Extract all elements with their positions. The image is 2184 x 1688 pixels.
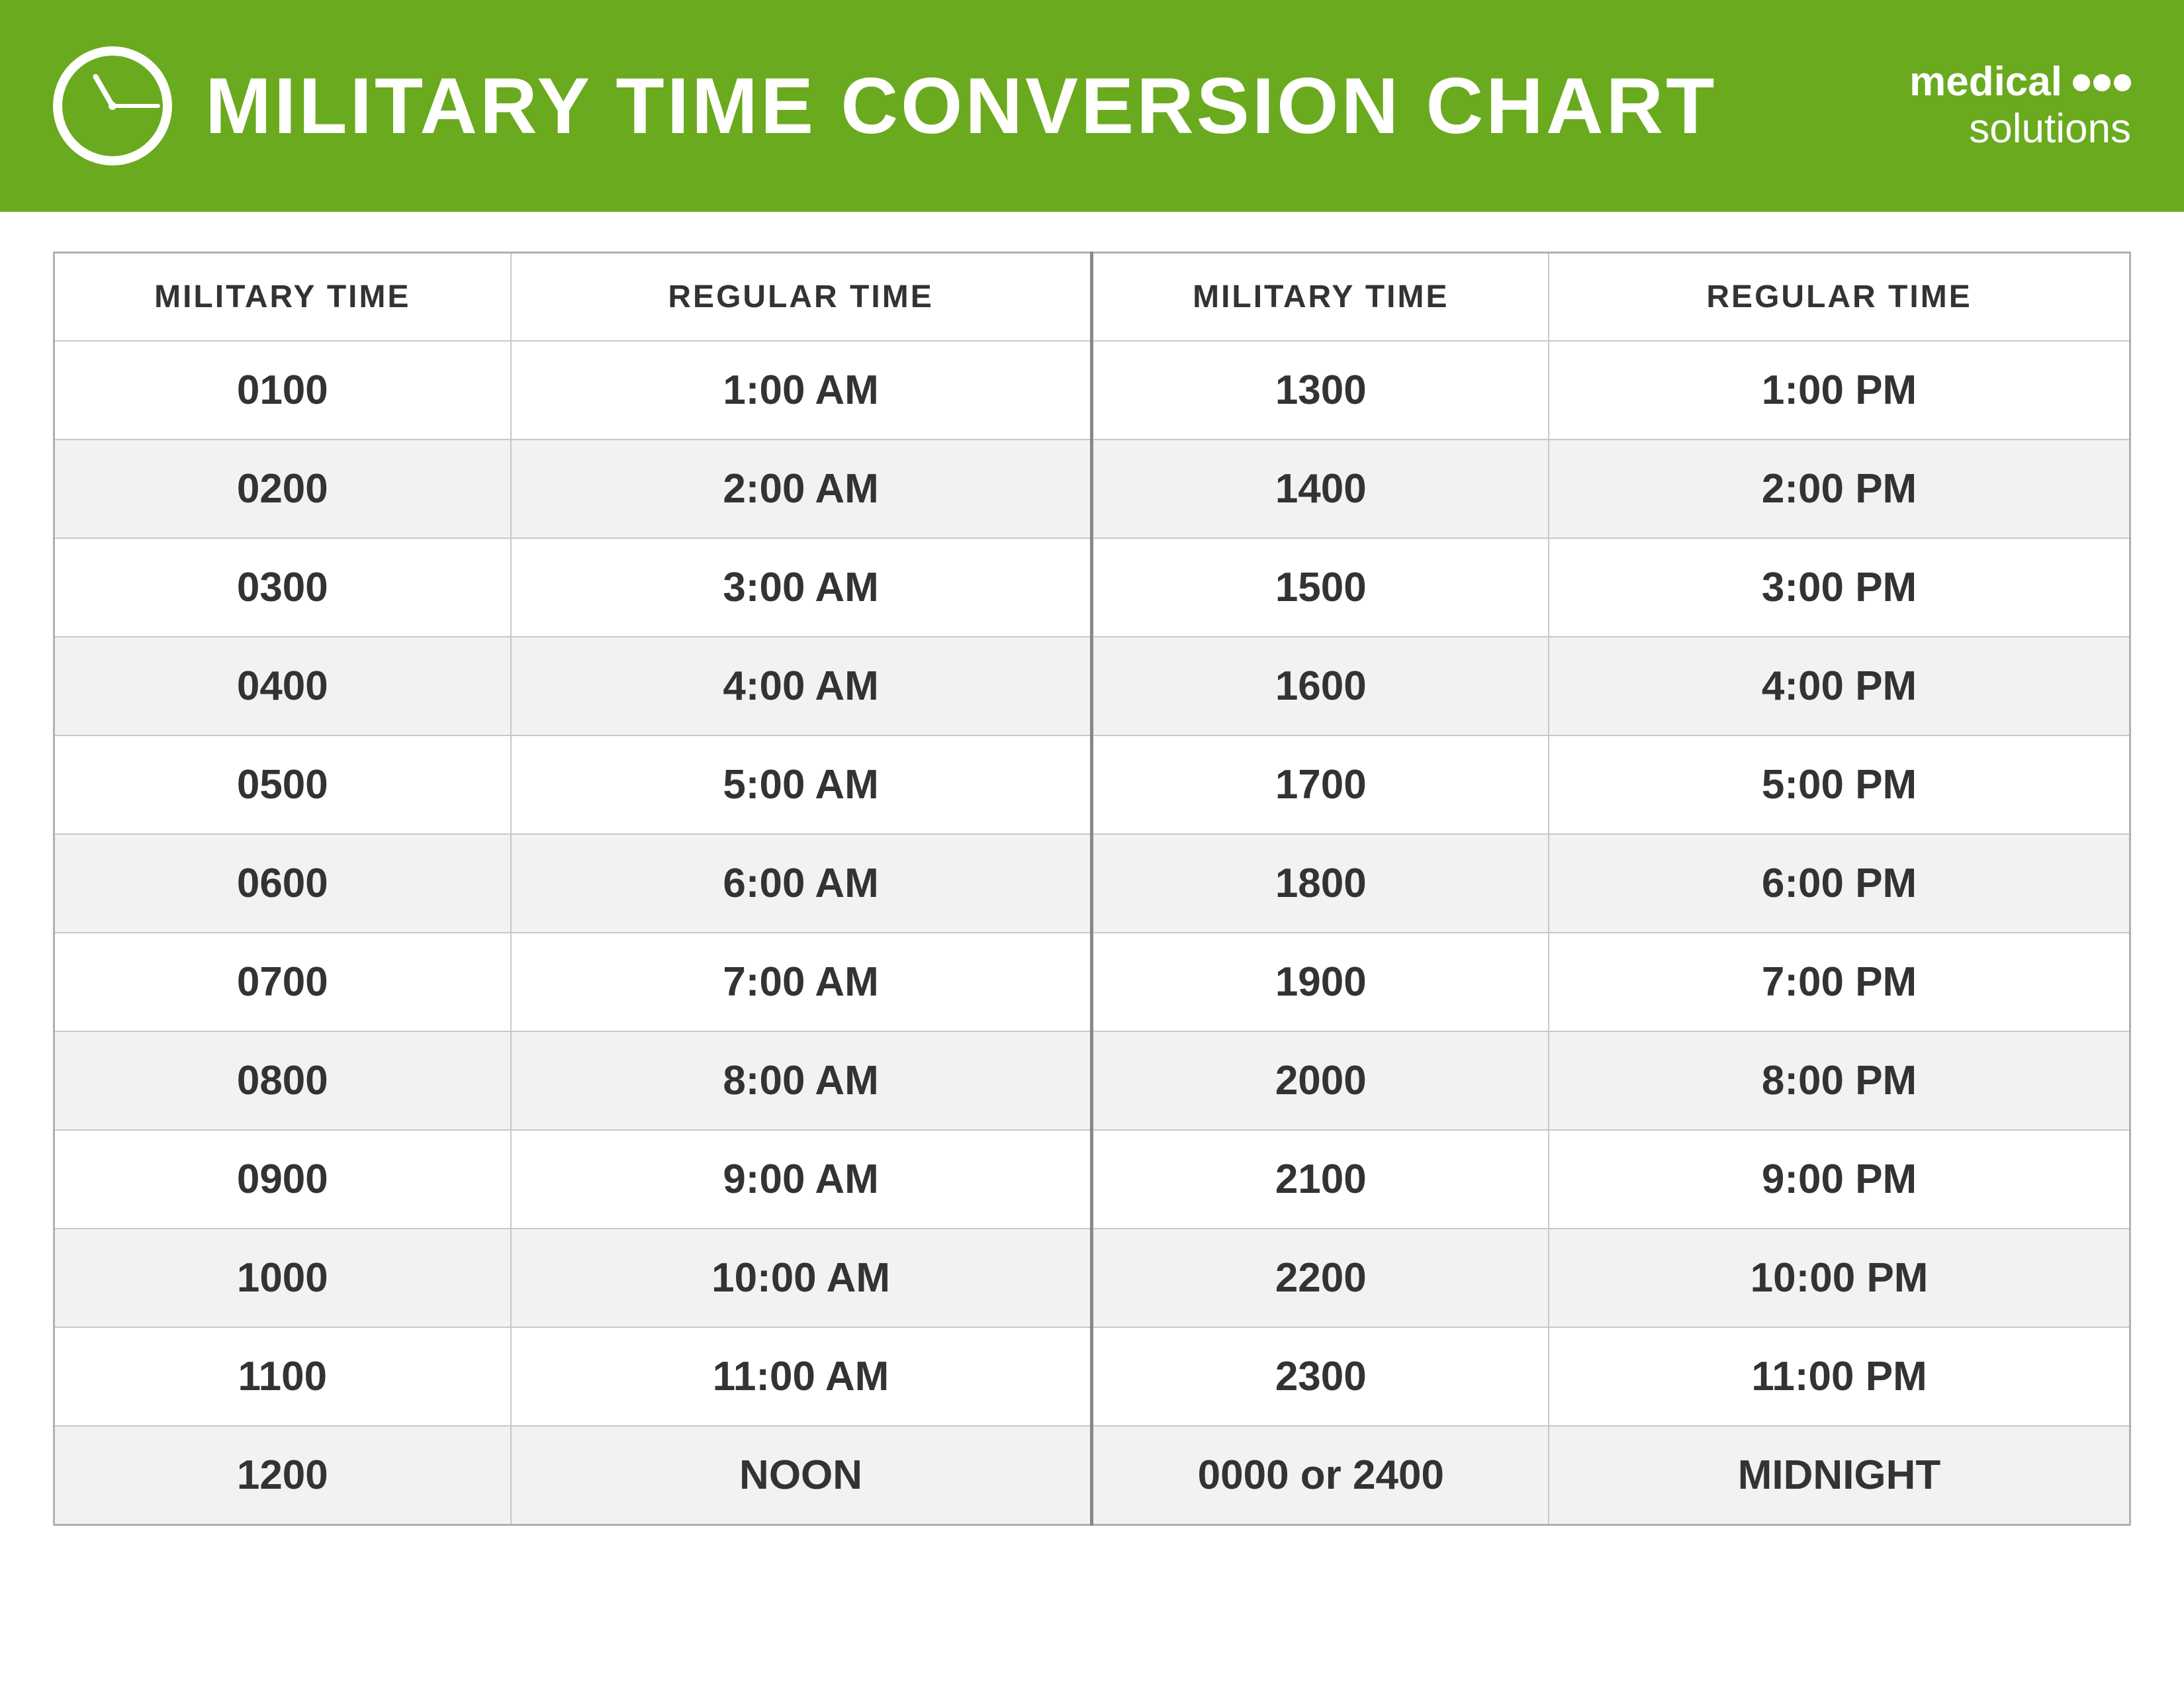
cell-military-2: 1700 — [1092, 735, 1549, 834]
clock-icon — [53, 46, 172, 165]
header-left: MILITARY TIME CONVERSION CHART — [53, 46, 1717, 165]
brand-icon — [2073, 74, 2131, 91]
cell-regular-2: 9:00 PM — [1549, 1130, 2130, 1229]
brand-name-line2: solutions — [1969, 105, 2131, 152]
cell-military-2: 2300 — [1092, 1327, 1549, 1426]
cell-military-1: 1200 — [54, 1426, 511, 1525]
col-header-military-2: MILITARY TIME — [1092, 253, 1549, 342]
cell-regular-2: MIDNIGHT — [1549, 1426, 2130, 1525]
col-header-regular-1: REGULAR TIME — [511, 253, 1092, 342]
cell-regular-1: 5:00 AM — [511, 735, 1092, 834]
cell-military-1: 0300 — [54, 538, 511, 637]
cell-regular-1: 7:00 AM — [511, 933, 1092, 1031]
cell-regular-2: 7:00 PM — [1549, 933, 2130, 1031]
brand-circle-2 — [2093, 74, 2111, 91]
cell-regular-2: 5:00 PM — [1549, 735, 2130, 834]
conversion-table: MILITARY TIME REGULAR TIME MILITARY TIME… — [53, 252, 2131, 1526]
cell-military-1: 0400 — [54, 637, 511, 735]
cell-military-1: 0800 — [54, 1031, 511, 1130]
cell-military-1: 1000 — [54, 1229, 511, 1327]
cell-military-2: 1500 — [1092, 538, 1549, 637]
cell-regular-2: 4:00 PM — [1549, 637, 2130, 735]
cell-military-1: 0900 — [54, 1130, 511, 1229]
cell-regular-1: 4:00 AM — [511, 637, 1092, 735]
page-title: MILITARY TIME CONVERSION CHART — [205, 60, 1717, 152]
cell-military-1: 0500 — [54, 735, 511, 834]
brand-circle-1 — [2073, 74, 2090, 91]
cell-military-2: 2200 — [1092, 1229, 1549, 1327]
col-header-regular-2: REGULAR TIME — [1549, 253, 2130, 342]
brand-circle-3 — [2114, 74, 2131, 91]
brand-logo: medical solutions — [1909, 60, 2131, 152]
cell-military-2: 1800 — [1092, 834, 1549, 933]
table-row: 07007:00 AM19007:00 PM — [54, 933, 2130, 1031]
cell-military-2: 1900 — [1092, 933, 1549, 1031]
cell-regular-2: 3:00 PM — [1549, 538, 2130, 637]
table-row: 02002:00 AM14002:00 PM — [54, 440, 2130, 538]
cell-regular-2: 2:00 PM — [1549, 440, 2130, 538]
table-header-row: MILITARY TIME REGULAR TIME MILITARY TIME… — [54, 253, 2130, 342]
cell-regular-2: 11:00 PM — [1549, 1327, 2130, 1426]
cell-regular-2: 1:00 PM — [1549, 341, 2130, 440]
cell-military-2: 2100 — [1092, 1130, 1549, 1229]
table-row: 08008:00 AM20008:00 PM — [54, 1031, 2130, 1130]
cell-regular-1: 3:00 AM — [511, 538, 1092, 637]
table-row: 06006:00 AM18006:00 PM — [54, 834, 2130, 933]
cell-military-1: 0100 — [54, 341, 511, 440]
cell-military-1: 0600 — [54, 834, 511, 933]
cell-military-2: 2000 — [1092, 1031, 1549, 1130]
cell-military-2: 1300 — [1092, 341, 1549, 440]
cell-regular-1: NOON — [511, 1426, 1092, 1525]
header: MILITARY TIME CONVERSION CHART medical s… — [0, 0, 2184, 212]
cell-regular-1: 1:00 AM — [511, 341, 1092, 440]
table-row: 04004:00 AM16004:00 PM — [54, 637, 2130, 735]
cell-regular-1: 8:00 AM — [511, 1031, 1092, 1130]
col-header-military-1: MILITARY TIME — [54, 253, 511, 342]
cell-regular-1: 2:00 AM — [511, 440, 1092, 538]
cell-regular-1: 10:00 AM — [511, 1229, 1092, 1327]
clock-hour-hand — [92, 73, 114, 107]
table-row: 09009:00 AM21009:00 PM — [54, 1130, 2130, 1229]
table-row: 1200NOON0000 or 2400MIDNIGHT — [54, 1426, 2130, 1525]
cell-military-2: 1400 — [1092, 440, 1549, 538]
cell-regular-2: 10:00 PM — [1549, 1229, 2130, 1327]
cell-regular-2: 8:00 PM — [1549, 1031, 2130, 1130]
cell-military-1: 1100 — [54, 1327, 511, 1426]
table-row: 110011:00 AM230011:00 PM — [54, 1327, 2130, 1426]
table-container: MILITARY TIME REGULAR TIME MILITARY TIME… — [0, 212, 2184, 1688]
brand-name-line1: medical — [1909, 60, 2062, 105]
cell-military-2: 1600 — [1092, 637, 1549, 735]
table-row: 03003:00 AM15003:00 PM — [54, 538, 2130, 637]
table-row: 01001:00 AM13001:00 PM — [54, 341, 2130, 440]
cell-regular-1: 6:00 AM — [511, 834, 1092, 933]
table-row: 100010:00 AM220010:00 PM — [54, 1229, 2130, 1327]
cell-regular-1: 11:00 AM — [511, 1327, 1092, 1426]
cell-regular-1: 9:00 AM — [511, 1130, 1092, 1229]
table-row: 05005:00 AM17005:00 PM — [54, 735, 2130, 834]
clock-minute-hand — [113, 104, 160, 108]
cell-military-1: 0200 — [54, 440, 511, 538]
cell-military-2: 0000 or 2400 — [1092, 1426, 1549, 1525]
cell-military-1: 0700 — [54, 933, 511, 1031]
cell-regular-2: 6:00 PM — [1549, 834, 2130, 933]
